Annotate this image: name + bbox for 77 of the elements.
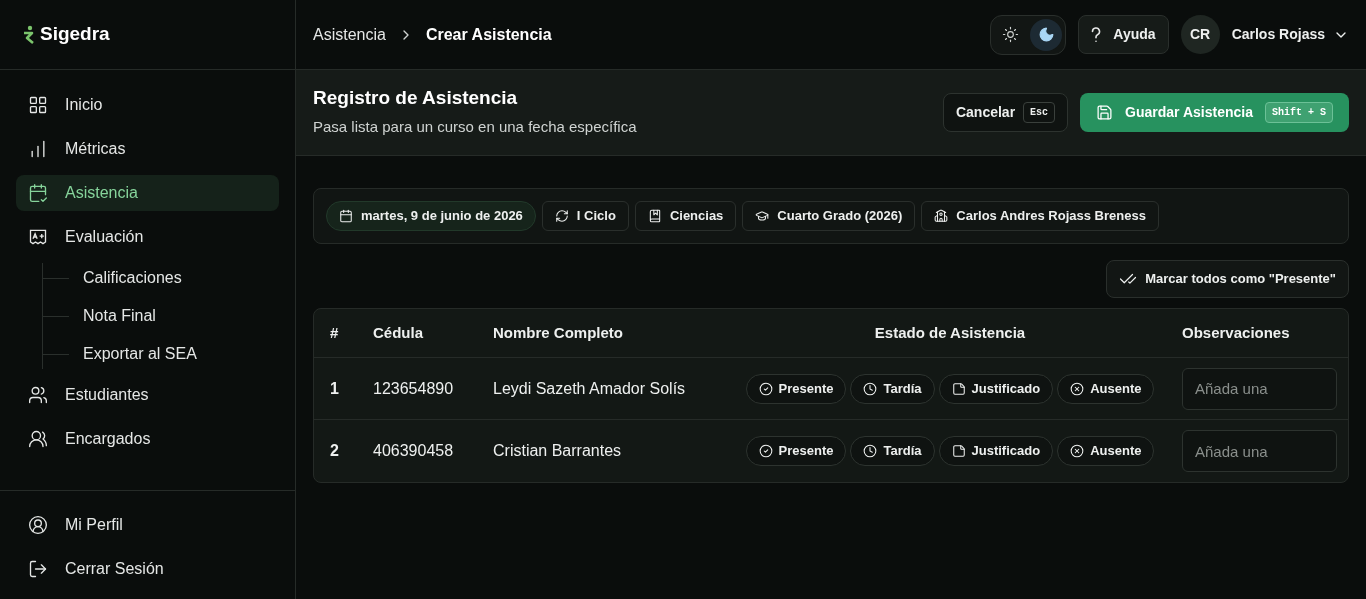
status-option[interactable]: Ausente [1057,373,1155,404]
sidebar-item[interactable]: Evaluación [16,219,279,255]
sidebar-subitem[interactable]: Nota Final [83,304,156,328]
clock-icon [863,381,878,396]
breadcrumb-link[interactable]: Asistencia [313,22,386,47]
users-icon [28,385,48,405]
logout-icon [28,559,48,579]
column-header: Observaciones [1182,322,1291,343]
table-cell-text: 2 [330,441,340,461]
filter-chip[interactable]: I Ciclo [541,201,629,231]
sidebar-item[interactable]: Encargados [16,421,279,457]
graduation-cap-icon [755,209,770,223]
group-icon [28,429,48,449]
save-icon [1096,104,1114,121]
sidebar-subitem[interactable]: Calificaciones [83,266,182,290]
note-icon [951,381,966,396]
sidebar-item[interactable]: Estudiantes [16,377,279,413]
grid-icon [28,95,48,115]
shortcut-key: Esc [1023,102,1056,123]
calendar-check-icon [28,183,48,203]
page-title: Registro de Asistencia [313,86,519,111]
table-cell-text: Leydi Sazeth Amador Solís [493,378,687,399]
status-option[interactable]: Tardía [850,373,935,404]
check-circle-icon [758,444,773,458]
moon-icon [1037,26,1055,43]
status-option[interactable]: Justificado [938,373,1054,404]
help-button[interactable]: Ayuda [1078,15,1169,54]
save-button[interactable]: Guardar Asistencia Shift + S [1080,93,1349,132]
check-circle-icon [758,381,773,396]
observation-field[interactable]: Añada una [1182,367,1337,410]
sidebar-subitem[interactable]: Exportar al SEA [83,342,197,366]
user-name: Carlos Rojass [1231,25,1325,44]
calendar-icon [339,209,353,223]
column-header: Estado de Asistencia [874,322,1026,343]
sidebar-item[interactable]: Asistencia [16,175,279,211]
note-icon [951,444,966,458]
column-header: # [330,322,340,343]
sidebar-item[interactable]: Mi Perfil [16,507,279,543]
help-icon [1091,26,1102,43]
observation-field[interactable]: Añada una [1182,430,1337,472]
sidebar-item[interactable]: Inicio [16,87,279,123]
filter-chip[interactable]: Ciencias [634,201,737,231]
column-header: Cédula [373,322,424,343]
book-icon [647,209,662,223]
logo-icon [22,24,36,45]
filter-chip[interactable]: martes, 9 de junio de 2026 [326,201,536,231]
grade-sheet-icon [28,227,48,247]
x-circle-icon [1070,381,1085,396]
status-option[interactable]: Justificado [938,436,1054,466]
shortcut-key: Shift + S [1265,102,1333,123]
clock-icon [863,444,878,458]
table-cell-text: Cristian Barrantes [493,441,623,461]
user-menu[interactable]: CR Carlos Rojass [1180,15,1349,54]
school-icon [934,209,949,223]
page-subtitle: Pasa lista para un curso en una fecha específica [313,117,637,138]
table-cell-text: 406390458 [373,441,455,461]
sidebar-item[interactable]: Cerrar Sesión [16,551,279,587]
avatar: CR [1180,15,1220,54]
brand-name: Sigedra [40,22,110,47]
status-option[interactable]: Tardía [850,436,935,466]
column-header: Nombre Completo [493,322,624,343]
status-option[interactable]: Ausente [1057,436,1155,466]
cancel-button[interactable]: Cancelar Esc [942,93,1069,132]
moon-button[interactable] [1030,18,1063,51]
table-cell-text: 123654890 [373,378,455,399]
refresh-icon [554,209,569,223]
x-circle-icon [1070,444,1085,458]
filter-chip[interactable]: Cuarto Grado (2026) [742,201,916,231]
current-page-title: Crear Asistencia [425,24,552,45]
filter-chip[interactable]: Carlos Andres Rojass Breness [921,201,1159,231]
status-option[interactable]: Presente [745,373,847,404]
sun-icon [1001,26,1019,43]
table-cell-text: 1 [330,378,340,399]
user-circle-icon [28,515,48,535]
mark-all-button[interactable]: Marcar todos como "Presente" [1106,260,1349,298]
sidebar-item[interactable]: Métricas [16,131,279,167]
status-option[interactable]: Presente [745,436,847,466]
